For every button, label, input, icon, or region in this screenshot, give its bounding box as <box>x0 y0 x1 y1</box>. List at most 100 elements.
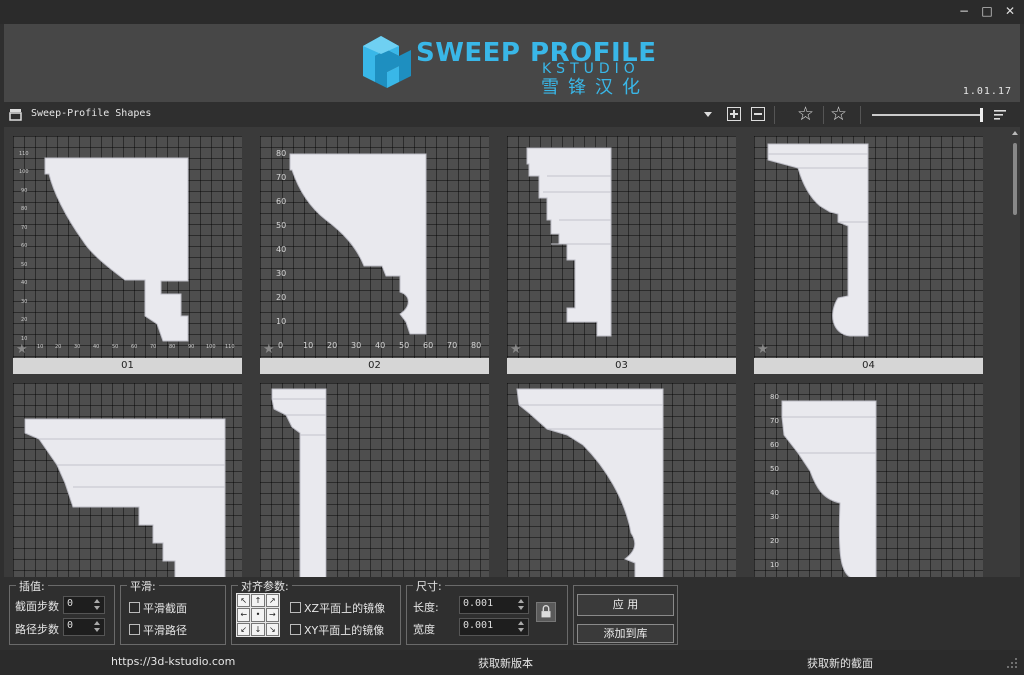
remove-profile-button[interactable] <box>751 107 765 121</box>
width-value[interactable]: 0.001 <box>463 620 493 631</box>
align-bottom-left-icon[interactable]: ↙ <box>237 622 251 636</box>
add-to-library-button[interactable]: 添加到库 <box>577 624 674 643</box>
slider-handle[interactable] <box>980 108 983 122</box>
tick-label: 20 <box>21 317 27 323</box>
tick-label: 40 <box>375 341 385 350</box>
profile-preview: ★ <box>507 136 736 358</box>
tick-label: 50 <box>276 221 286 230</box>
close-button[interactable]: ✕ <box>1003 4 1017 18</box>
favorite-star-icon[interactable]: ★ <box>757 343 769 357</box>
profile-thumbnail[interactable]: ★ 04 <box>754 136 983 374</box>
profile-thumbnail[interactable] <box>260 383 489 577</box>
align-top-left-icon[interactable]: ↖ <box>237 594 251 608</box>
tick-label: 60 <box>131 344 137 350</box>
minimize-button[interactable]: − <box>957 4 971 18</box>
get-new-profiles-link[interactable]: 获取新的截面 <box>807 655 873 671</box>
smooth-path-checkbox[interactable] <box>129 624 140 635</box>
length-spinner[interactable]: 0.001 <box>459 596 529 614</box>
smooth-path-label: 平滑路径 <box>143 624 187 637</box>
get-new-version-link[interactable]: 获取新版本 <box>478 655 533 671</box>
favorite-star-icon[interactable]: ★ <box>510 343 522 357</box>
maximize-button[interactable]: □ <box>980 4 994 18</box>
tick-label: 40 <box>770 489 779 497</box>
toolbar-divider <box>774 106 775 124</box>
align-left-icon[interactable]: ← <box>237 608 251 622</box>
panel-title: 插值: <box>16 578 48 594</box>
mirror-xy-checkbox[interactable] <box>290 624 301 635</box>
align-top-right-icon[interactable]: ↗ <box>265 594 279 608</box>
panel-title: 对齐参数: <box>238 578 292 594</box>
tick-label: 80 <box>276 149 286 158</box>
tick-label: 10 <box>276 317 286 326</box>
alignment-panel: 对齐参数: ↖ ↑ ↗ ← • → ↙ ↓ ↘ XZ平面上的镜像 XY平面上的镜… <box>231 578 401 645</box>
tick-label: 90 <box>21 188 27 194</box>
tick-label: 20 <box>276 293 286 302</box>
align-right-icon[interactable]: → <box>265 608 279 622</box>
website-link[interactable]: https://3d-kstudio.com <box>111 655 235 668</box>
length-value[interactable]: 0.001 <box>463 598 493 609</box>
tick-label: 40 <box>276 245 286 254</box>
favorites-list-icon[interactable]: ☆ <box>830 104 847 124</box>
library-name[interactable]: Sweep-Profile Shapes <box>31 108 151 119</box>
apply-button[interactable]: 应 用 <box>577 594 674 616</box>
spinner-arrows-icon[interactable] <box>516 598 527 612</box>
profile-preview: 80 70 60 50 40 30 20 10 0 10 20 30 40 50… <box>260 136 489 358</box>
tick-label: 110 <box>225 344 235 350</box>
profile-preview: ★ <box>754 136 983 358</box>
sweep-profile-logo-icon <box>363 36 411 88</box>
favorite-star-icon[interactable]: ★ <box>263 343 275 357</box>
align-center-icon[interactable]: • <box>251 608 265 622</box>
smooth-section-checkbox[interactable] <box>129 602 140 613</box>
tick-label: 70 <box>21 225 27 231</box>
lock-aspect-icon[interactable] <box>536 602 556 622</box>
favorite-star-icon[interactable]: ☆ <box>797 104 814 124</box>
profile-label: 02 <box>260 358 489 374</box>
version-label: 1.01.17 <box>962 86 1012 97</box>
tick-label: 60 <box>423 341 433 350</box>
scroll-up-arrow-icon[interactable] <box>1012 131 1018 135</box>
tick-label: 50 <box>112 344 118 350</box>
alignment-grid[interactable]: ↖ ↑ ↗ ← • → ↙ ↓ ↘ <box>236 593 280 637</box>
width-spinner[interactable]: 0.001 <box>459 618 529 636</box>
thumbnail-size-slider[interactable] <box>872 114 982 116</box>
scroll-thumb[interactable] <box>1013 143 1017 215</box>
tick-label: 80 <box>770 393 779 401</box>
logo-chinese-text: 雪锋汉化 <box>541 77 649 98</box>
tick-label: 50 <box>399 341 409 350</box>
align-bottom-right-icon[interactable]: ↘ <box>265 622 279 636</box>
sort-icon[interactable] <box>994 109 1008 121</box>
resize-grip-icon[interactable] <box>1006 657 1018 669</box>
profile-thumbnail[interactable] <box>13 383 242 577</box>
section-steps-spinner[interactable]: 0 <box>63 596 105 614</box>
profile-thumbnail[interactable]: 80 70 60 50 40 30 20 10 0 10 20 30 40 50… <box>260 136 489 374</box>
profile-preview: 80 70 60 50 40 30 20 10 <box>754 383 983 577</box>
length-label: 长度: <box>413 601 439 614</box>
tick-label: 90 <box>188 344 194 350</box>
profile-label: 03 <box>507 358 736 374</box>
path-steps-spinner[interactable]: 0 <box>63 618 105 636</box>
tick-label: 10 <box>303 341 313 350</box>
tick-label: 40 <box>21 280 27 286</box>
profile-thumbnail[interactable]: ★ 03 <box>507 136 736 374</box>
align-bottom-icon[interactable]: ↓ <box>251 622 265 636</box>
profile-thumbnail[interactable]: 80 70 60 50 40 30 20 10 <box>754 383 983 577</box>
mirror-xz-checkbox[interactable] <box>290 602 301 613</box>
section-steps-value[interactable]: 0 <box>67 598 73 609</box>
tick-label: 50 <box>770 465 779 473</box>
spinner-arrows-icon[interactable] <box>92 620 103 634</box>
tick-label: 60 <box>21 243 27 249</box>
tick-label: 20 <box>327 341 337 350</box>
path-steps-label: 路径步数 <box>15 623 59 636</box>
path-steps-value[interactable]: 0 <box>67 620 73 631</box>
align-top-icon[interactable]: ↑ <box>251 594 265 608</box>
profile-thumbnail[interactable] <box>507 383 736 577</box>
favorite-star-icon[interactable]: ★ <box>16 343 28 357</box>
add-profile-button[interactable] <box>727 107 741 121</box>
tick-label: 10 <box>770 561 779 569</box>
action-panel: 应 用 添加到库 <box>573 585 678 645</box>
gallery-scrollbar[interactable] <box>1010 127 1020 577</box>
spinner-arrows-icon[interactable] <box>92 598 103 612</box>
spinner-arrows-icon[interactable] <box>516 620 527 634</box>
library-dropdown-arrow-icon[interactable] <box>704 112 712 117</box>
profile-thumbnail[interactable]: 110 100 90 80 70 60 50 40 30 20 10 10 20… <box>13 136 242 374</box>
